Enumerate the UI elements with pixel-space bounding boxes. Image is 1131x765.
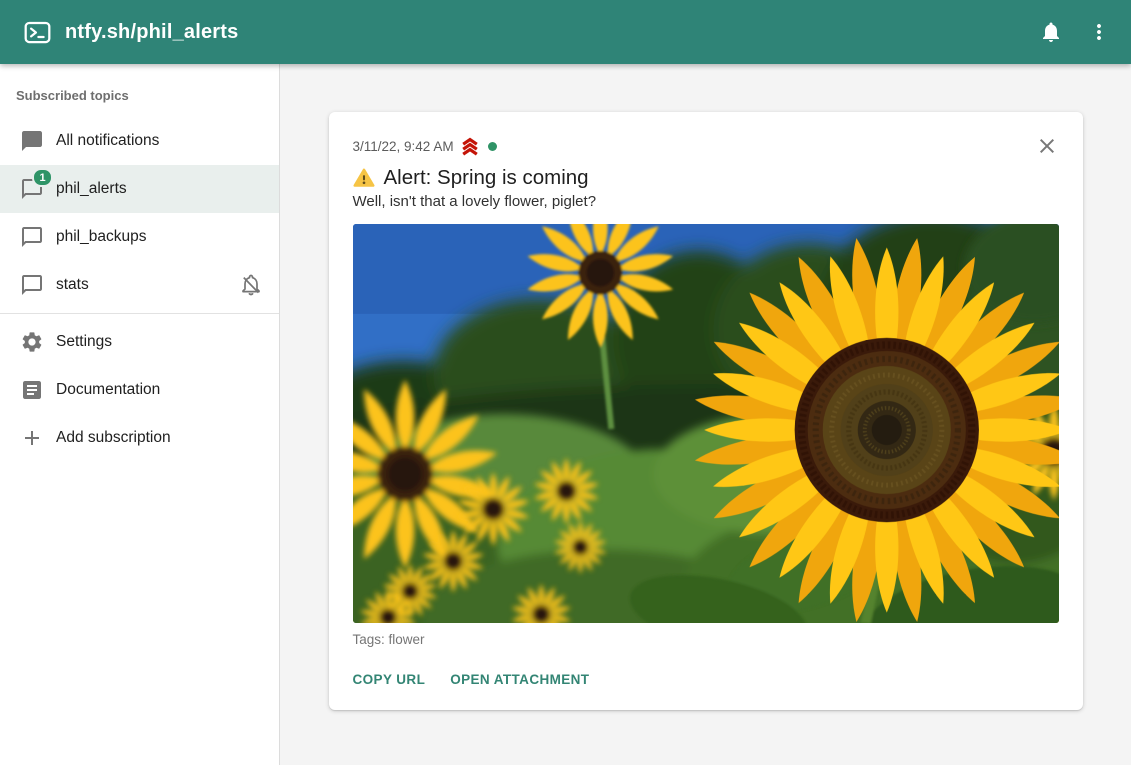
sidebar-item-all-notifications[interactable]: All notifications [0,117,279,165]
sidebar-item-settings[interactable]: Settings [0,318,279,366]
notification-meta: 3/11/22, 9:42 AM [353,136,497,156]
bell-icon [1039,20,1063,44]
copy-url-button[interactable]: COPY URL [345,663,434,696]
overflow-menu-button[interactable] [1075,8,1123,56]
chat-bubble-outline-icon [20,225,44,249]
kebab-menu-icon [1087,20,1111,44]
chat-bubble-filled-icon [20,129,44,153]
priority-high-chevrons-icon [460,136,480,156]
chat-bubble-outline-icon [20,273,44,297]
close-notification-button[interactable] [1035,134,1059,158]
notification-title: Alert: Spring is coming [384,166,589,190]
open-attachment-button[interactable]: OPEN ATTACHMENT [442,663,597,696]
notification-title-row: Alert: Spring is coming [353,166,1059,190]
notification-body: Well, isn't that a lovely flower, piglet… [353,193,1059,210]
sidebar-item-label: phil_backups [56,228,146,246]
sidebar-divider [0,313,279,314]
sidebar-item-label: phil_alerts [56,180,127,198]
timestamp: 3/11/22, 9:42 AM [353,139,454,154]
unread-dot [488,142,497,151]
sidebar-item-add-subscription[interactable]: Add subscription [0,414,279,462]
tags-text: Tags: flower [353,632,1059,647]
sidebar-item-label: Add subscription [56,429,171,447]
bell-off-icon [239,273,263,297]
sidebar-item-documentation[interactable]: Documentation [0,366,279,414]
main-content: 3/11/22, 9:42 AM [280,64,1131,765]
sidebar-item-label: stats [56,276,89,294]
attachment-image[interactable] [353,224,1059,623]
sidebar-item-phil-alerts[interactable]: 1 phil_alerts [0,165,279,213]
appbar-title: ntfy.sh/phil_alerts [65,21,238,44]
subscribed-topics-label: Subscribed topics [0,64,279,117]
sidebar-item-label: Settings [56,333,112,351]
warning-triangle-icon [353,167,375,189]
unread-count-badge: 1 [32,168,53,187]
notifications-bell-button[interactable] [1027,8,1075,56]
plus-icon [20,426,44,450]
sidebar: Subscribed topics All notifications 1 ph… [0,64,280,765]
ntfy-terminal-logo-icon [24,19,51,46]
notification-header: 3/11/22, 9:42 AM [353,134,1059,158]
sidebar-item-stats[interactable]: stats [0,261,279,309]
close-icon [1035,134,1059,158]
gear-icon [20,330,44,354]
appbar: ntfy.sh/phil_alerts [0,0,1131,64]
sidebar-item-label: Documentation [56,381,160,399]
sidebar-item-phil-backups[interactable]: phil_backups [0,213,279,261]
sidebar-item-label: All notifications [56,132,159,150]
article-icon [20,378,44,402]
notification-actions: COPY URL OPEN ATTACHMENT [345,663,1059,696]
notification-card: 3/11/22, 9:42 AM [329,112,1083,710]
